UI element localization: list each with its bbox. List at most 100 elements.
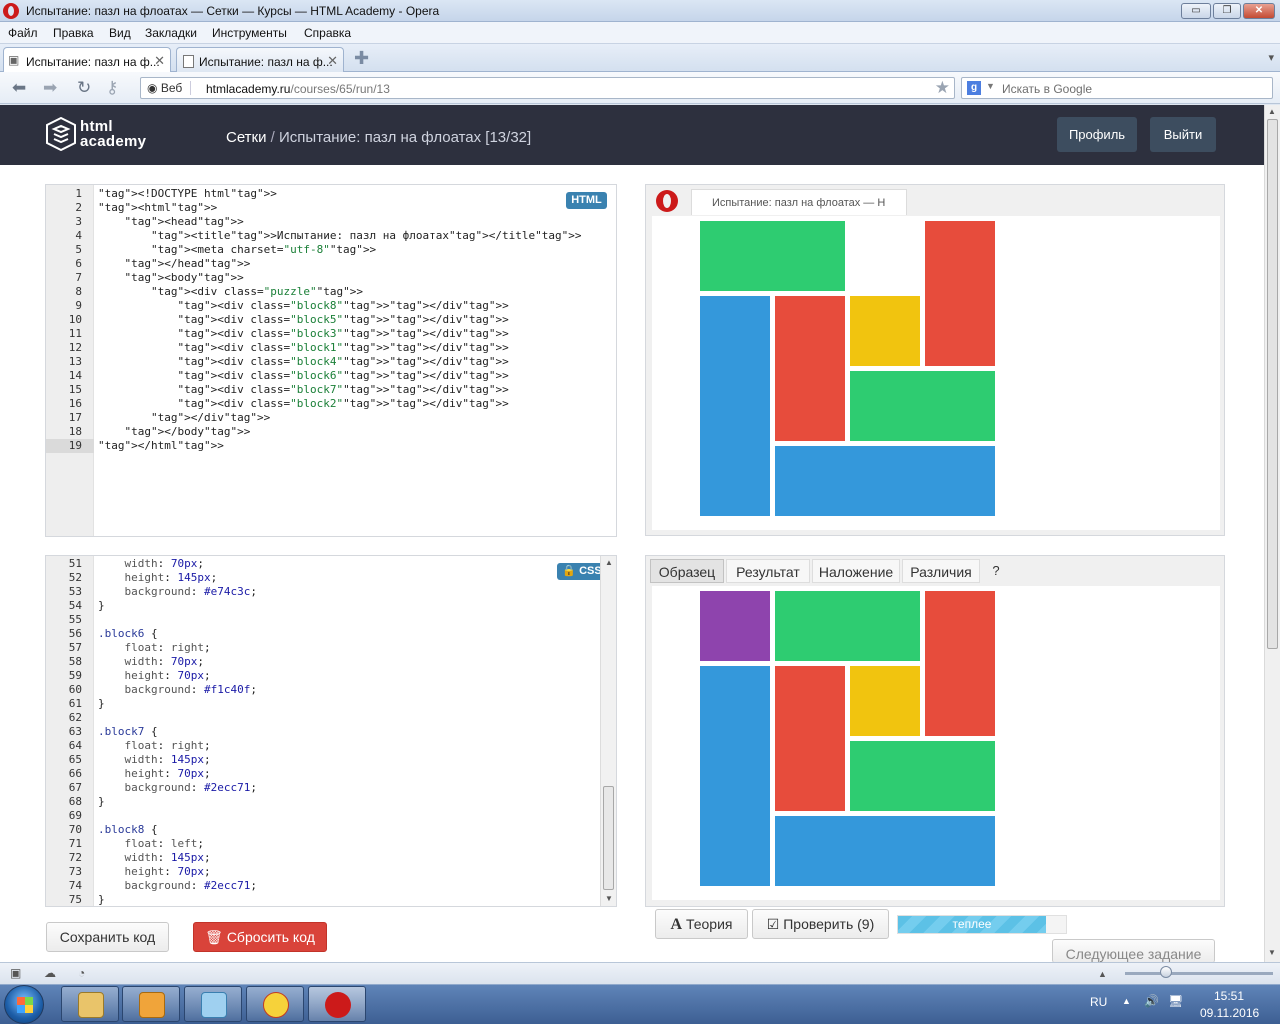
browser-tab-1[interactable]: ▣ Испытание: пазл на ф... ✕ [3,47,171,74]
code-line[interactable]: } [98,599,105,613]
search-engine-chevron-icon[interactable]: ▼ [986,81,995,91]
network-icon[interactable]: 🖥 [1168,994,1183,1008]
maximize-button[interactable]: ❐ [1213,3,1241,19]
theory-button[interactable]: A Теория [655,909,748,939]
tab-result[interactable]: Результат [726,559,810,583]
reset-code-button[interactable]: 🗑 Сбросить код [193,922,327,952]
code-line[interactable]: "tag"><!DOCTYPE html"tag">> [98,187,277,201]
tab-sample[interactable]: Образец [650,559,724,583]
code-line[interactable]: "tag"><body"tag">> [98,271,244,285]
code-line[interactable]: "tag"><div class="block8""tag">>"tag"></… [98,299,508,313]
url-text[interactable]: htmlacademy.ru/courses/65/run/13 [206,82,390,96]
tab-list-chevron-icon[interactable]: ▾ [1268,51,1274,64]
html-editor[interactable]: 1 "tag"><!DOCTYPE html"tag">> 2 "tag"><html… [45,184,617,537]
volume-icon[interactable]: 🔊 [1144,994,1159,1008]
code-line[interactable]: "tag"><title"tag">>Испытание: пазл на фл… [98,229,582,243]
menu-view[interactable]: Вид [109,26,131,40]
code-line[interactable]: height: 70px; [98,669,211,683]
menu-bookmarks[interactable]: Закладки [145,26,197,40]
taskbar-opera[interactable] [308,986,366,1022]
code-line[interactable]: "tag"><div class="block3""tag">>"tag"></… [98,327,508,341]
compare-help-icon[interactable]: ? [988,559,1004,583]
check-button[interactable]: ☑ Проверить (9) [752,909,889,939]
code-line[interactable]: float: right; [98,739,211,753]
taskbar-network-app[interactable] [184,986,242,1022]
code-line[interactable]: "tag"><div class="block4""tag">>"tag"></… [98,355,508,369]
tray-expand-icon[interactable]: ▲ [1122,996,1131,1006]
breadcrumb-section[interactable]: Сетки [226,129,267,146]
code-line[interactable]: } [98,893,105,906]
tab-differences[interactable]: Различия [902,559,980,583]
code-line[interactable]: height: 145px; [98,571,218,585]
menu-edit[interactable]: Правка [53,26,94,40]
forward-icon[interactable]: ➡ [43,78,57,98]
code-line[interactable]: "tag"></head"tag">> [98,257,251,271]
taskbar-explorer[interactable] [61,986,119,1022]
code-line[interactable]: "tag"></body"tag">> [98,425,251,439]
code-line[interactable]: .block8 { [98,823,158,837]
menu-help[interactable]: Справка [304,26,351,40]
zoom-slider[interactable] [1125,972,1273,975]
key-icon[interactable]: ⚷ [106,78,118,98]
page-scrollbar-thumb[interactable] [1267,119,1278,649]
code-line[interactable]: "tag"></div"tag">> [98,411,270,425]
windows-start-icon[interactable] [4,985,44,1024]
taskbar-1c[interactable] [246,986,304,1022]
scroll-up-icon[interactable]: ▲ [1268,107,1276,116]
search-field[interactable]: g ▼ Искать в Google [961,77,1273,99]
code-line[interactable]: float: left; [98,837,205,851]
web-security-badge[interactable]: ◉ Веб [147,81,192,95]
next-task-button[interactable]: Следующее задание [1052,939,1215,963]
tab-close-icon[interactable]: ✕ [154,53,165,69]
code-line[interactable]: "tag"><div class="puzzle""tag">> [98,285,363,299]
code-line[interactable]: "tag"><div class="block1""tag">>"tag"></… [98,341,508,355]
code-line[interactable]: height: 70px; [98,865,211,879]
code-line[interactable]: "tag"><div class="block2""tag">>"tag"></… [98,397,508,411]
code-line[interactable]: .block6 { [98,627,158,641]
scroll-down-icon[interactable]: ▼ [1268,948,1276,957]
zoom-up-icon[interactable]: ▲ [1098,969,1107,979]
language-indicator[interactable]: RU [1090,995,1107,1009]
scrollbar-thumb[interactable] [603,786,614,890]
code-line[interactable]: "tag"><div class="block6""tag">>"tag"></… [98,369,508,383]
panel-toggle-icon[interactable]: ▣ [10,966,21,980]
css-editor[interactable]: 51 width: 70px; 52 height: 145px; 53 backg… [45,555,617,907]
code-line[interactable]: background: #2ecc71; [98,781,257,795]
code-line[interactable]: background: #f1c40f; [98,683,257,697]
clock-date[interactable]: 09.11.2016 [1200,1006,1259,1020]
tab-overlay[interactable]: Наложение [812,559,900,583]
code-line[interactable]: float: right; [98,641,211,655]
menu-tools[interactable]: Инструменты [212,26,287,40]
code-line[interactable]: } [98,795,105,809]
logout-button[interactable]: Выйти [1150,117,1216,152]
turbo-icon[interactable]: ◔ [78,966,85,980]
code-line[interactable]: "tag"><div class="block7""tag">>"tag"></… [98,383,508,397]
code-line[interactable]: width: 145px; [98,851,211,865]
scroll-down-icon[interactable]: ▼ [605,894,613,903]
code-line[interactable]: width: 145px; [98,753,211,767]
opera-unite-icon[interactable]: ☁ [44,966,56,980]
save-code-button[interactable]: Сохранить код [46,922,169,952]
star-icon[interactable]: ★ [935,78,950,98]
minimize-button[interactable]: ▭ [1181,3,1211,19]
css-editor-scrollbar[interactable]: ▲ ▼ [600,556,616,906]
new-tab-icon[interactable]: ✚ [354,48,369,69]
google-icon[interactable]: g [967,81,981,95]
code-line[interactable]: "tag"><html"tag">> [98,201,217,215]
menu-file[interactable]: Файл [8,26,38,40]
code-line[interactable]: background: #2ecc71; [98,879,257,893]
code-line[interactable]: "tag"><head"tag">> [98,215,244,229]
scroll-up-icon[interactable]: ▲ [605,558,613,567]
zoom-slider-knob[interactable] [1160,966,1172,978]
profile-button[interactable]: Профиль [1057,117,1137,152]
htmlacademy-logo-icon[interactable] [46,117,76,151]
code-line[interactable]: width: 70px; [98,557,205,571]
back-icon[interactable]: ⬅ [12,78,26,98]
code-line[interactable]: } [98,697,105,711]
code-line[interactable]: height: 70px; [98,767,211,781]
browser-tab-2[interactable]: Испытание: пазл на ф... ✕ [176,47,344,73]
url-field[interactable]: ◉ Веб htmlacademy.ru/courses/65/run/13 ★ [140,77,955,99]
code-line[interactable]: "tag"><div class="block5""tag">>"tag"></… [98,313,508,327]
code-line[interactable]: "tag"><meta charset="utf-8""tag">> [98,243,376,257]
code-line[interactable]: .block7 { [98,725,158,739]
